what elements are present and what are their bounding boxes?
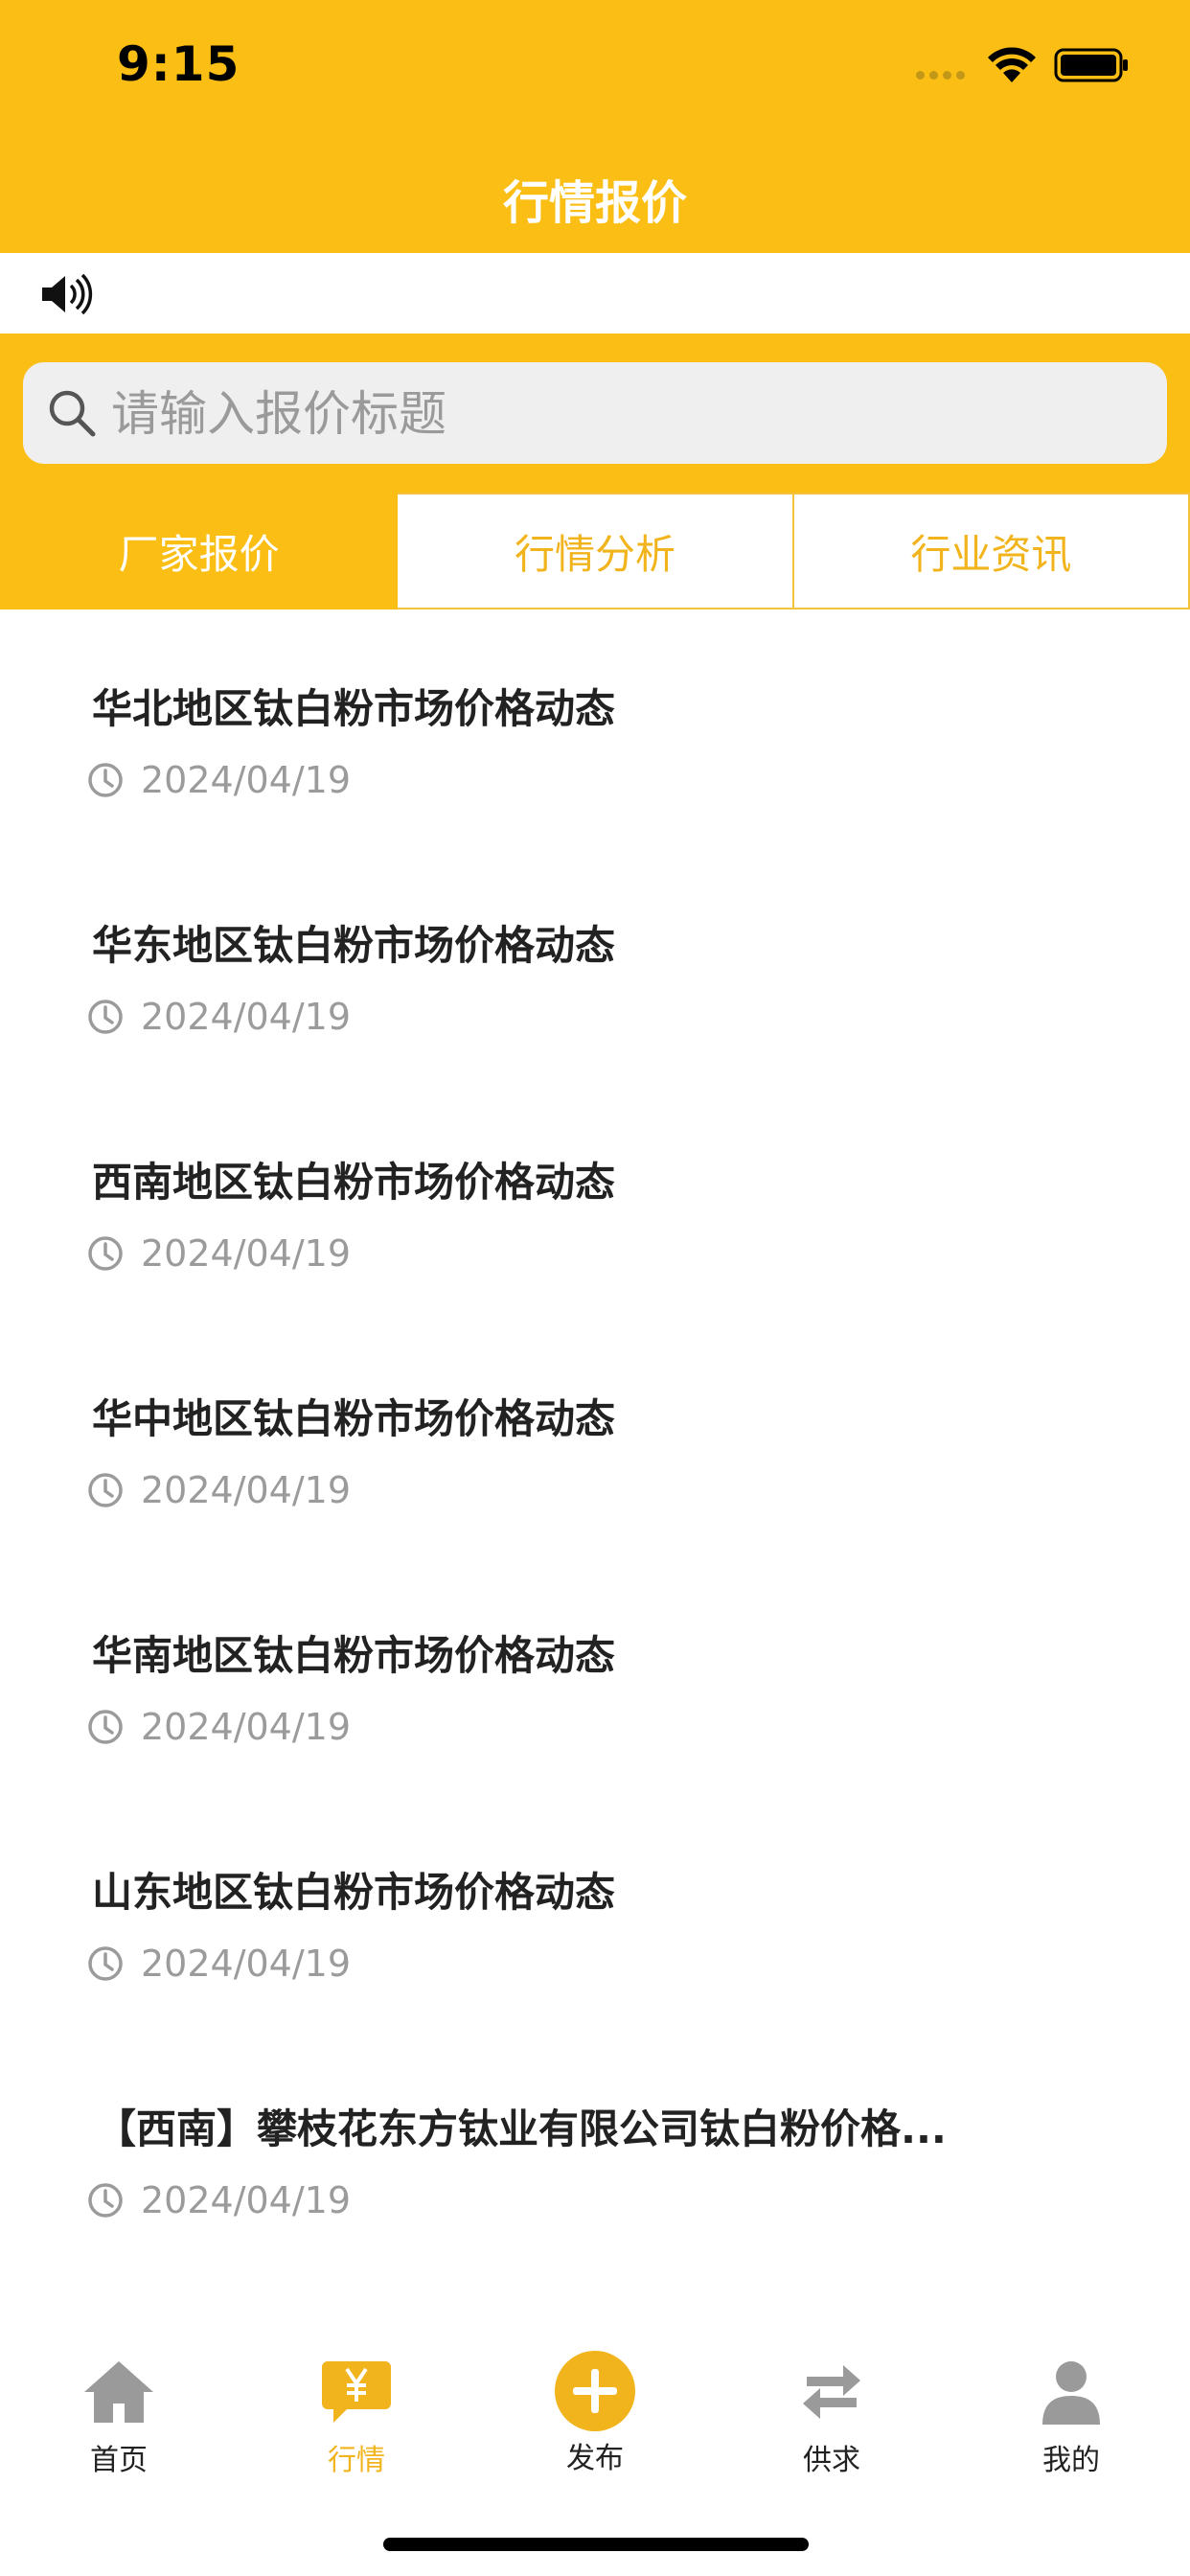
list-item[interactable]: 西南地区钛白粉市场价格动态 2024/04/19 xyxy=(0,1083,1190,1320)
clock-icon xyxy=(88,1000,123,1034)
search-box[interactable] xyxy=(23,362,1167,464)
page-title: 行情报价 xyxy=(502,176,687,230)
item-date: 2024/04/19 xyxy=(141,2179,352,2221)
item-title: 山东地区钛白粉市场价格动态 xyxy=(92,1869,616,1916)
swap-arrows-icon xyxy=(803,2365,860,2419)
list-item[interactable]: 【西南】攀枝花东方钛业有限公司钛白粉价格... 2024/04/19 xyxy=(0,2030,1190,2266)
search-input[interactable] xyxy=(109,378,1148,450)
tabbar-item-supply-demand[interactable]: 供求 xyxy=(755,2358,908,2478)
item-date: 2024/04/19 xyxy=(141,759,352,801)
item-date: 2024/04/19 xyxy=(141,1943,352,1985)
home-indicator xyxy=(383,2538,809,2551)
item-date: 2024/04/19 xyxy=(141,1706,352,1748)
tabbar-label: 首页 xyxy=(90,2444,148,2477)
item-title: 西南地区钛白粉市场价格动态 xyxy=(92,1159,616,1206)
tabbar-item-market[interactable]: 行情 xyxy=(280,2358,433,2478)
clock-icon xyxy=(88,1946,123,1981)
item-date: 2024/04/19 xyxy=(141,1469,352,1511)
clock-icon xyxy=(88,1473,123,1507)
quote-list: 华北地区钛白粉市场价格动态 2024/04/19 华东地区钛白粉市场价格动态 2… xyxy=(0,610,1190,2266)
item-title: 华北地区钛白粉市场价格动态 xyxy=(92,685,616,732)
tabbar-label: 发布 xyxy=(566,2442,624,2475)
notice-bar[interactable] xyxy=(0,253,1190,334)
publish-plus-icon xyxy=(555,2351,635,2431)
clock-icon xyxy=(88,763,123,797)
search-icon xyxy=(49,390,96,437)
list-item[interactable]: 华北地区钛白粉市场价格动态 2024/04/19 xyxy=(0,610,1190,846)
status-time: 9:15 xyxy=(117,36,240,92)
list-item[interactable]: 山东地区钛白粉市场价格动态 2024/04/19 xyxy=(0,1793,1190,2030)
list-item[interactable]: 华东地区钛白粉市场价格动态 2024/04/19 xyxy=(0,846,1190,1083)
list-item[interactable]: 华中地区钛白粉市场价格动态 2024/04/19 xyxy=(0,1320,1190,1556)
item-title: 【西南】攀枝花东方钛业有限公司钛白粉价格... xyxy=(96,2105,947,2152)
tabbar-label: 我的 xyxy=(1042,2444,1100,2477)
status-bar: 9:15 xyxy=(0,0,1190,144)
tabbar-item-publish[interactable]: 发布 xyxy=(518,2351,672,2476)
home-icon xyxy=(84,2361,153,2423)
tabbar-item-mine[interactable]: 我的 xyxy=(995,2358,1148,2478)
segment-tabs: 厂家报价 行情分析 行业资讯 xyxy=(0,493,1190,610)
tab-industry-news[interactable]: 行业资讯 xyxy=(793,493,1190,610)
wifi-icon xyxy=(988,47,1036,82)
battery-icon xyxy=(1054,48,1128,82)
speaker-icon xyxy=(42,273,93,315)
item-title: 华中地区钛白粉市场价格动态 xyxy=(92,1395,616,1442)
clock-icon xyxy=(88,1710,123,1744)
search-section xyxy=(0,334,1190,493)
nav-bar: 行情报价 xyxy=(0,144,1190,253)
user-icon xyxy=(1042,2361,1100,2425)
list-item[interactable]: 华南地区钛白粉市场价格动态 2024/04/19 xyxy=(0,1556,1190,1793)
item-title: 华南地区钛白粉市场价格动态 xyxy=(92,1632,616,1679)
tabbar-item-home[interactable]: 首页 xyxy=(42,2358,195,2478)
clock-icon xyxy=(88,2183,123,2218)
tabbar-label: 行情 xyxy=(328,2444,385,2477)
item-date: 2024/04/19 xyxy=(141,1232,352,1275)
tab-market-analysis[interactable]: 行情分析 xyxy=(398,493,794,610)
tabbar-label: 供求 xyxy=(803,2444,860,2477)
clock-icon xyxy=(88,1236,123,1271)
market-icon xyxy=(322,2361,391,2423)
item-title: 华东地区钛白粉市场价格动态 xyxy=(92,922,616,969)
item-date: 2024/04/19 xyxy=(141,996,352,1038)
cellular-signal-icon xyxy=(916,65,970,83)
tab-manufacturer-quotes[interactable]: 厂家报价 xyxy=(0,493,399,610)
